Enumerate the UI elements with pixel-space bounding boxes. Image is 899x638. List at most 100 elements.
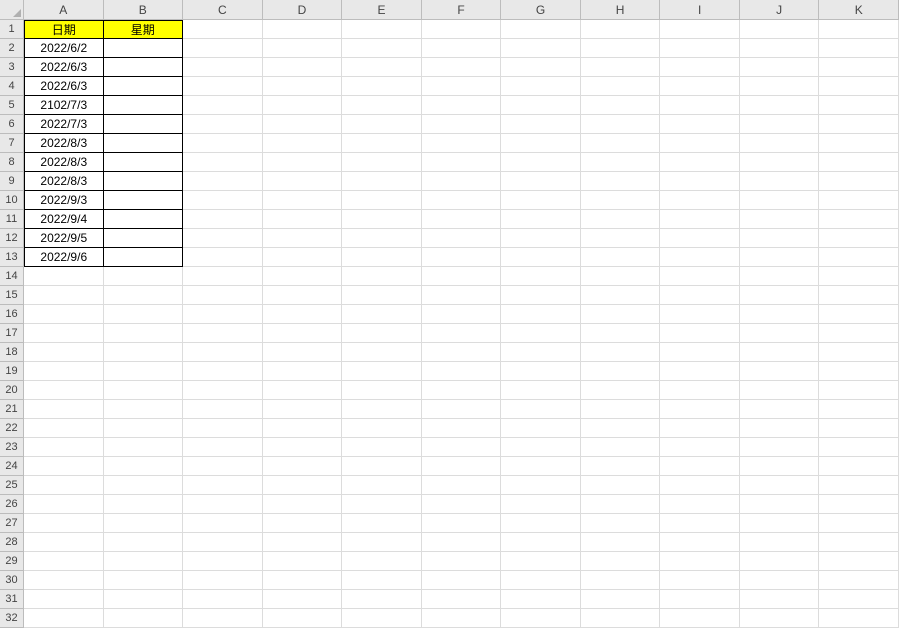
cell-E12[interactable] xyxy=(342,229,422,248)
cell-F25[interactable] xyxy=(422,476,502,495)
cell-F21[interactable] xyxy=(422,400,502,419)
cell-H7[interactable] xyxy=(581,134,661,153)
cell-K16[interactable] xyxy=(819,305,899,324)
cell-H26[interactable] xyxy=(581,495,661,514)
cell-E14[interactable] xyxy=(342,267,422,286)
cell-E16[interactable] xyxy=(342,305,422,324)
cell-F30[interactable] xyxy=(422,571,502,590)
cell-J27[interactable] xyxy=(740,514,820,533)
cell-J17[interactable] xyxy=(740,324,820,343)
cell-C26[interactable] xyxy=(183,495,263,514)
cell-I2[interactable] xyxy=(660,39,740,58)
cell-A23[interactable] xyxy=(24,438,104,457)
cell-A8[interactable]: 2022/8/3 xyxy=(24,153,104,172)
cell-K26[interactable] xyxy=(819,495,899,514)
cell-D11[interactable] xyxy=(263,210,343,229)
cell-C8[interactable] xyxy=(183,153,263,172)
cell-D6[interactable] xyxy=(263,115,343,134)
cell-J2[interactable] xyxy=(740,39,820,58)
cell-C7[interactable] xyxy=(183,134,263,153)
cell-E5[interactable] xyxy=(342,96,422,115)
row-header-29[interactable]: 29 xyxy=(0,552,24,571)
cell-K29[interactable] xyxy=(819,552,899,571)
cell-C27[interactable] xyxy=(183,514,263,533)
col-header-A[interactable]: A xyxy=(24,0,104,20)
cell-C6[interactable] xyxy=(183,115,263,134)
cell-F31[interactable] xyxy=(422,590,502,609)
cell-I21[interactable] xyxy=(660,400,740,419)
cell-D9[interactable] xyxy=(263,172,343,191)
cell-E22[interactable] xyxy=(342,419,422,438)
cell-A1[interactable]: 日期 xyxy=(24,20,104,39)
cell-K14[interactable] xyxy=(819,267,899,286)
cell-A10[interactable]: 2022/9/3 xyxy=(24,191,104,210)
cell-J20[interactable] xyxy=(740,381,820,400)
cell-E17[interactable] xyxy=(342,324,422,343)
cell-C5[interactable] xyxy=(183,96,263,115)
cell-G13[interactable] xyxy=(501,248,581,267)
cell-I20[interactable] xyxy=(660,381,740,400)
cell-C15[interactable] xyxy=(183,286,263,305)
cell-I26[interactable] xyxy=(660,495,740,514)
cell-F6[interactable] xyxy=(422,115,502,134)
cell-J13[interactable] xyxy=(740,248,820,267)
cell-D24[interactable] xyxy=(263,457,343,476)
cell-B15[interactable] xyxy=(104,286,184,305)
cell-J11[interactable] xyxy=(740,210,820,229)
cell-H1[interactable] xyxy=(581,20,661,39)
cell-K32[interactable] xyxy=(819,609,899,628)
cell-K11[interactable] xyxy=(819,210,899,229)
cell-D28[interactable] xyxy=(263,533,343,552)
cell-D20[interactable] xyxy=(263,381,343,400)
cell-K18[interactable] xyxy=(819,343,899,362)
cell-K28[interactable] xyxy=(819,533,899,552)
cell-J28[interactable] xyxy=(740,533,820,552)
cell-J12[interactable] xyxy=(740,229,820,248)
cell-F5[interactable] xyxy=(422,96,502,115)
cell-A30[interactable] xyxy=(24,571,104,590)
cell-F28[interactable] xyxy=(422,533,502,552)
cell-K7[interactable] xyxy=(819,134,899,153)
col-header-C[interactable]: C xyxy=(183,0,263,20)
cell-B9[interactable] xyxy=(104,172,184,191)
cell-J30[interactable] xyxy=(740,571,820,590)
cell-I8[interactable] xyxy=(660,153,740,172)
cell-H15[interactable] xyxy=(581,286,661,305)
cell-A3[interactable]: 2022/6/3 xyxy=(24,58,104,77)
cell-A14[interactable] xyxy=(24,267,104,286)
cell-G24[interactable] xyxy=(501,457,581,476)
cell-H14[interactable] xyxy=(581,267,661,286)
cell-J7[interactable] xyxy=(740,134,820,153)
cell-D22[interactable] xyxy=(263,419,343,438)
cell-H8[interactable] xyxy=(581,153,661,172)
row-header-17[interactable]: 17 xyxy=(0,324,24,343)
cell-G9[interactable] xyxy=(501,172,581,191)
row-header-18[interactable]: 18 xyxy=(0,343,24,362)
row-header-30[interactable]: 30 xyxy=(0,571,24,590)
cell-J18[interactable] xyxy=(740,343,820,362)
cell-H10[interactable] xyxy=(581,191,661,210)
cell-D23[interactable] xyxy=(263,438,343,457)
cell-J23[interactable] xyxy=(740,438,820,457)
cell-A32[interactable] xyxy=(24,609,104,628)
row-header-26[interactable]: 26 xyxy=(0,495,24,514)
cell-F9[interactable] xyxy=(422,172,502,191)
cell-I1[interactable] xyxy=(660,20,740,39)
cell-J15[interactable] xyxy=(740,286,820,305)
cell-D12[interactable] xyxy=(263,229,343,248)
cell-D31[interactable] xyxy=(263,590,343,609)
cell-B26[interactable] xyxy=(104,495,184,514)
col-header-E[interactable]: E xyxy=(342,0,422,20)
cell-G18[interactable] xyxy=(501,343,581,362)
cell-H17[interactable] xyxy=(581,324,661,343)
cell-H28[interactable] xyxy=(581,533,661,552)
cell-B28[interactable] xyxy=(104,533,184,552)
cell-I29[interactable] xyxy=(660,552,740,571)
row-header-15[interactable]: 15 xyxy=(0,286,24,305)
cell-J26[interactable] xyxy=(740,495,820,514)
cell-A29[interactable] xyxy=(24,552,104,571)
cell-K17[interactable] xyxy=(819,324,899,343)
row-header-25[interactable]: 25 xyxy=(0,476,24,495)
cell-D4[interactable] xyxy=(263,77,343,96)
cell-A25[interactable] xyxy=(24,476,104,495)
